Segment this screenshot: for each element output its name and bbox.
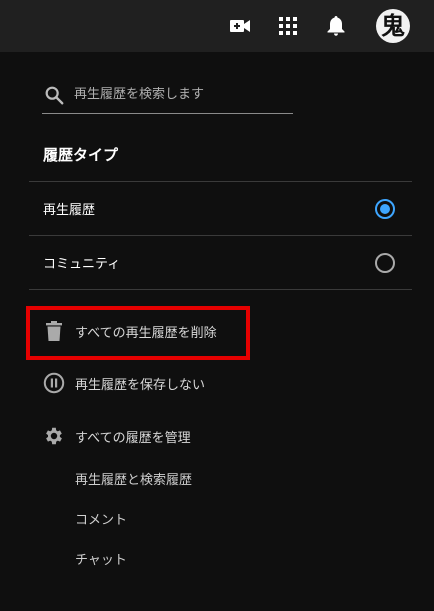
apps-grid-icon[interactable] <box>273 11 303 41</box>
avatar-glyph: 鬼 <box>381 11 405 40</box>
manage-all-history-button[interactable]: すべての履歴を管理 <box>42 421 191 451</box>
avatar[interactable]: 鬼 <box>376 9 410 43</box>
manage-all-history-label: すべての履歴を管理 <box>75 430 191 446</box>
search-input[interactable] <box>74 87 284 102</box>
search-icon <box>45 86 64 104</box>
video-camera-plus-icon[interactable] <box>225 11 255 41</box>
radio-button-selected[interactable] <box>375 198 395 219</box>
pause-history-label: 再生履歴を保存しない <box>75 377 206 393</box>
divider <box>29 289 412 290</box>
radio-button[interactable] <box>375 252 395 273</box>
pause-circle-icon <box>42 371 66 395</box>
pause-history-button[interactable]: 再生履歴を保存しない <box>42 368 205 398</box>
gear-icon <box>42 424 66 448</box>
manage-item-watch-and-search[interactable]: 再生履歴と検索履歴 <box>75 469 192 488</box>
top-bar: 鬼 <box>0 0 434 52</box>
history-type-option-watch[interactable]: 再生履歴 <box>29 182 412 235</box>
search-bar <box>42 76 293 114</box>
history-type-option-label: コミュニティ <box>43 257 121 272</box>
manage-item-chat[interactable]: チャット <box>75 549 127 568</box>
history-type-option-label: 再生履歴 <box>43 203 96 218</box>
bell-icon[interactable] <box>321 11 351 41</box>
highlight-box <box>26 306 250 360</box>
history-type-option-community[interactable]: コミュニティ <box>29 236 412 289</box>
history-type-title: 履歴タイプ <box>43 146 119 164</box>
manage-item-comments[interactable]: コメント <box>75 509 127 528</box>
